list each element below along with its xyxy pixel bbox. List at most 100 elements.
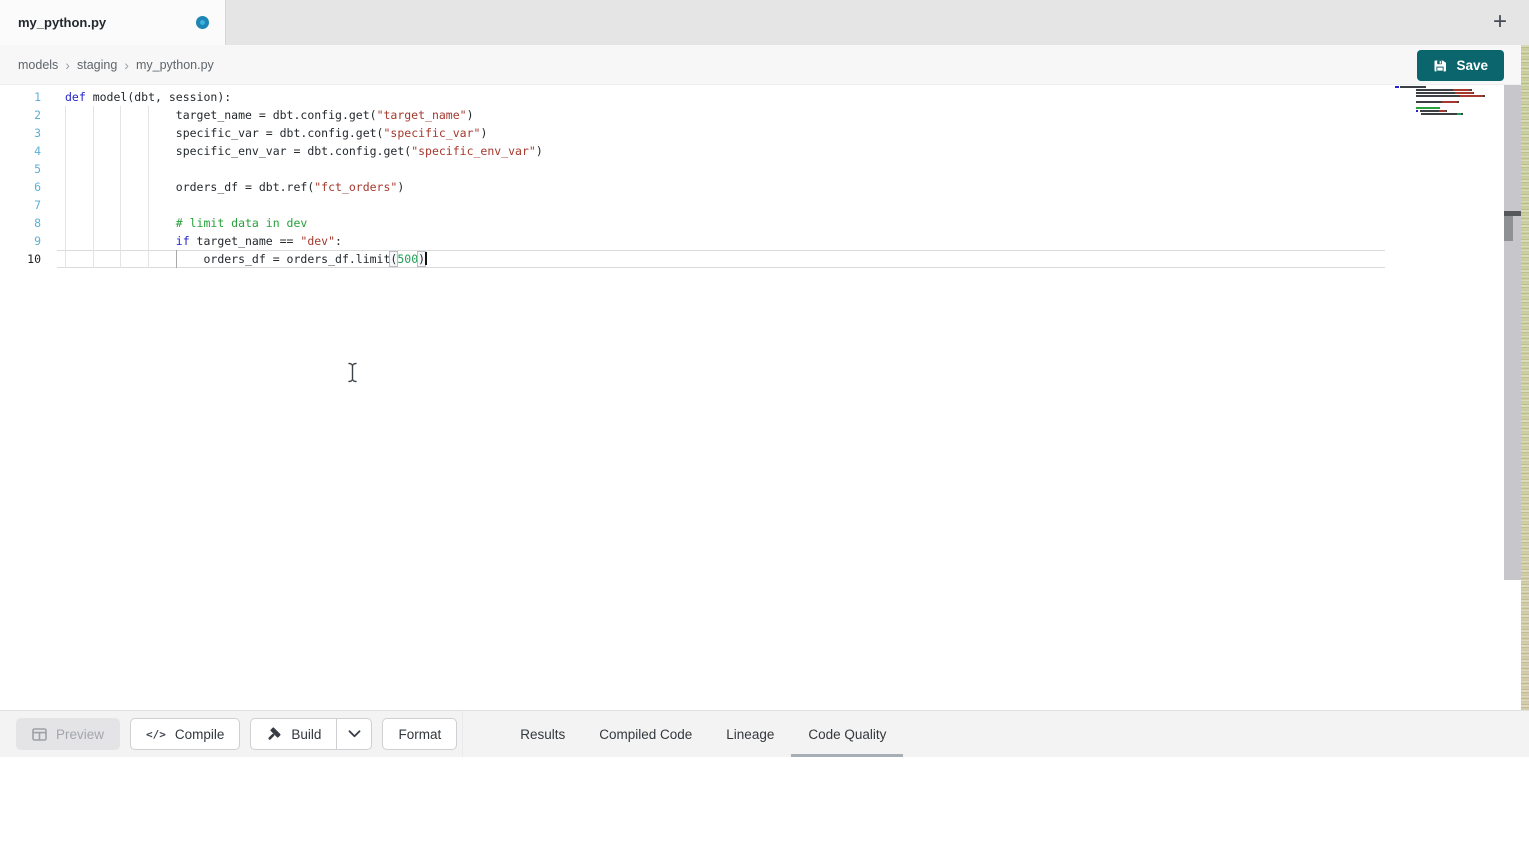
code-token: "target_name" <box>377 108 467 122</box>
minimap[interactable] <box>1395 86 1501 116</box>
compile-button-label: Compile <box>175 727 225 742</box>
code-token: ) <box>536 144 543 158</box>
code-token: "fct_orders" <box>314 180 397 194</box>
code-token: "specific_env_var" <box>411 144 536 158</box>
tab-code-quality[interactable]: Code Quality <box>791 711 903 758</box>
breadcrumb-item-staging[interactable]: staging <box>77 58 117 72</box>
code-editor[interactable]: 12345678910 def model(dbt, session): tar… <box>0 85 1529 710</box>
line-number: 7 <box>0 196 41 214</box>
compile-button[interactable]: </> Compile <box>130 718 240 750</box>
breadcrumb-bar: models › staging › my_python.py Save <box>0 45 1529 85</box>
bottom-toolbar: Preview </> Compile Build <box>0 710 1529 757</box>
code-token: orders_df = dbt.ref( <box>65 180 314 194</box>
line-number: 5 <box>0 160 41 178</box>
preview-button[interactable]: Preview <box>16 718 120 750</box>
scrollbar-track[interactable] <box>1504 85 1521 580</box>
line-number: 6 <box>0 178 41 196</box>
tab-results[interactable]: Results <box>503 711 582 758</box>
toolbar-divider <box>462 711 463 758</box>
line-number-gutter: 12345678910 <box>0 88 41 268</box>
line-number: 8 <box>0 214 41 232</box>
code-token: def <box>65 90 86 104</box>
line-number: 3 <box>0 124 41 142</box>
code-line[interactable]: target_name = dbt.config.get("target_nam… <box>65 106 543 124</box>
text-caret <box>425 252 427 265</box>
minimap-line <box>1395 110 1501 112</box>
minimap-line <box>1395 107 1501 109</box>
tab-lineage[interactable]: Lineage <box>709 711 791 758</box>
tab-results-label: Results <box>520 727 565 742</box>
table-icon <box>32 728 47 741</box>
minimap-line <box>1395 98 1501 100</box>
tab-label: my_python.py <box>18 15 196 30</box>
build-button-label: Build <box>291 727 321 742</box>
code-line[interactable]: orders_df = dbt.ref("fct_orders") <box>65 178 543 196</box>
minimap-line <box>1395 89 1501 91</box>
unsaved-changes-icon <box>196 16 209 29</box>
code-token: specific_env_var = dbt.config.get( <box>65 144 411 158</box>
breadcrumb-item-file[interactable]: my_python.py <box>136 58 214 72</box>
chevron-right-icon: › <box>124 57 129 73</box>
chevron-down-icon <box>348 730 361 738</box>
code-line[interactable]: specific_var = dbt.config.get("specific_… <box>65 124 543 142</box>
floppy-disk-icon <box>1433 59 1447 73</box>
code-line[interactable]: specific_env_var = dbt.config.get("speci… <box>65 142 543 160</box>
minimap-line <box>1395 86 1501 88</box>
tab-lineage-label: Lineage <box>726 727 774 742</box>
line-number: 2 <box>0 106 41 124</box>
minimap-line <box>1395 92 1501 94</box>
build-split-button: Build <box>250 718 372 750</box>
new-tab-button[interactable]: + <box>1485 7 1515 37</box>
code-line[interactable]: # limit data in dev <box>65 214 543 232</box>
code-token: # limit data in dev <box>65 216 307 230</box>
code-token: "specific_var" <box>384 126 481 140</box>
tab-compiled-code[interactable]: Compiled Code <box>582 711 709 758</box>
breadcrumb: models › staging › my_python.py <box>18 57 214 73</box>
code-line[interactable] <box>65 196 543 214</box>
code-line[interactable] <box>65 160 543 178</box>
code-token: ) <box>467 108 474 122</box>
code-line[interactable]: if target_name == "dev": <box>65 232 543 250</box>
line-number: 9 <box>0 232 41 250</box>
code-token: orders_df = orders_df.limit <box>65 252 390 266</box>
code-token: "dev" <box>300 234 335 248</box>
code-token: specific_var = dbt.config.get( <box>65 126 384 140</box>
line-number: 1 <box>0 88 41 106</box>
tab-code-quality-label: Code Quality <box>808 727 886 742</box>
save-button[interactable]: Save <box>1417 50 1504 81</box>
code-line[interactable]: def model(dbt, session): <box>65 88 543 106</box>
line-number: 10 <box>0 250 41 268</box>
results-panel <box>0 757 1529 855</box>
tab-compiled-code-label: Compiled Code <box>599 727 692 742</box>
editor-tab-bar: my_python.py + <box>0 0 1529 45</box>
plus-icon: + <box>1493 8 1507 35</box>
format-button-label: Format <box>398 727 441 742</box>
code-token: : <box>335 234 342 248</box>
minimap-line <box>1395 113 1501 115</box>
minimap-line <box>1395 101 1501 103</box>
minimap-line <box>1395 95 1501 97</box>
line-number: 4 <box>0 142 41 160</box>
chevron-right-icon: › <box>65 57 70 73</box>
code-token: target_name = dbt.config.get( <box>65 108 377 122</box>
code-line[interactable]: orders_df = orders_df.limit(500) <box>65 250 543 268</box>
hammer-icon <box>266 726 282 742</box>
result-tabs: Results Compiled Code Lineage Code Quali… <box>503 711 903 758</box>
code-token: ) <box>397 180 404 194</box>
scrollbar-thumb[interactable] <box>1504 216 1513 241</box>
tab-my-python-py[interactable]: my_python.py <box>0 0 226 45</box>
code-token: target_name == <box>190 234 301 248</box>
minimap-line <box>1395 104 1501 106</box>
code-icon: </> <box>146 728 166 741</box>
code-token: if <box>65 234 190 248</box>
preview-button-label: Preview <box>56 727 104 742</box>
build-button[interactable]: Build <box>250 718 336 750</box>
code-token: ) <box>480 126 487 140</box>
code-token: 500 <box>397 252 418 266</box>
format-button[interactable]: Format <box>382 718 457 750</box>
code-token: model(dbt, session): <box>86 90 231 104</box>
code-content[interactable]: def model(dbt, session): target_name = d… <box>65 88 543 268</box>
save-button-label: Save <box>1456 58 1488 73</box>
build-options-button[interactable] <box>336 718 372 750</box>
breadcrumb-item-models[interactable]: models <box>18 58 58 72</box>
